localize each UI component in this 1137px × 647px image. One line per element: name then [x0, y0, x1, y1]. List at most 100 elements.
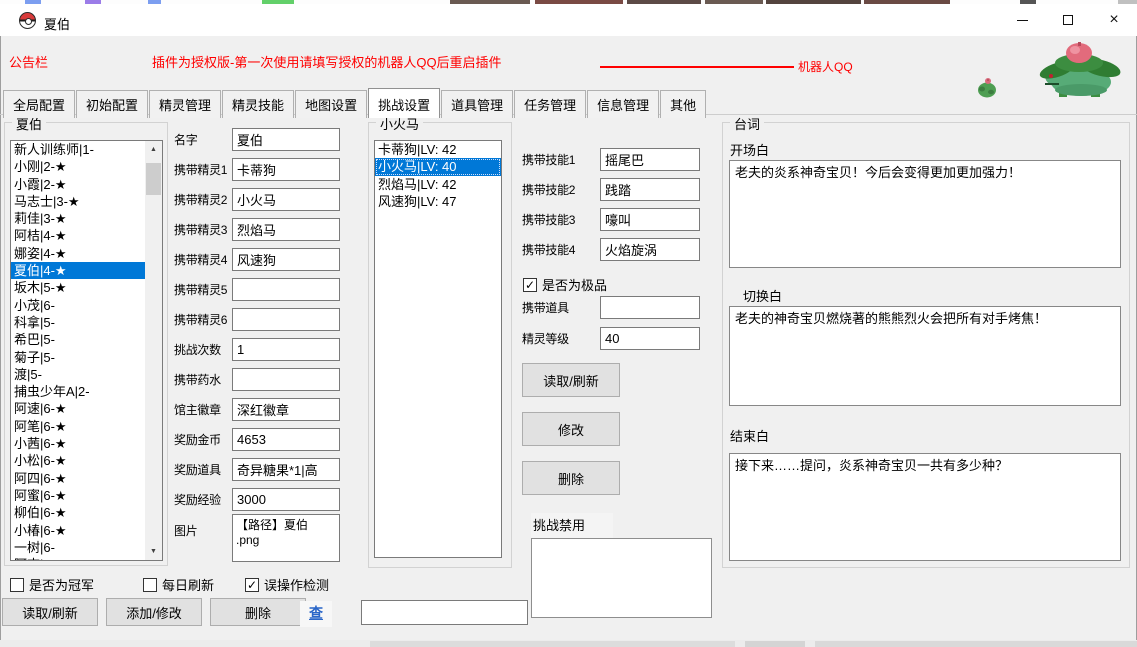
list-item[interactable]: 捕虫少年A|2- — [11, 383, 162, 400]
daily-refresh-checkbox[interactable]: 每日刷新 — [143, 575, 245, 594]
skill-4-field[interactable] — [600, 238, 700, 261]
tab-地图设置[interactable]: 地图设置 — [295, 90, 367, 118]
pokemon-list[interactable]: 卡蒂狗|LV: 42小火马|LV: 40烈焰马|LV: 42风速狗|LV: 47 — [374, 140, 502, 558]
ending-line-field[interactable]: 接下来……提问，炎系神奇宝贝一共有多少种？ — [729, 453, 1121, 561]
tab-精灵管理[interactable]: 精灵管理 — [149, 90, 221, 118]
challenge-count-field[interactable] — [232, 338, 340, 361]
tab-精灵技能[interactable]: 精灵技能 — [222, 90, 294, 118]
champion-checkbox[interactable]: 是否为冠军 — [10, 575, 143, 594]
footer-add-modify-button[interactable]: 添加/修改 — [106, 598, 202, 626]
badge-field[interactable] — [232, 398, 340, 421]
list-item[interactable]: 小刚|2-★ — [11, 158, 162, 175]
pokemon-5-field-label: 携带精灵5 — [174, 281, 232, 298]
close-button[interactable]: × — [1091, 4, 1137, 36]
checkbox-icon[interactable]: ✓ — [523, 278, 537, 292]
pokemon-level-field-label: 精灵等级 — [522, 330, 600, 347]
modify-button[interactable]: 修改 — [522, 412, 620, 446]
pokemon-2-field[interactable] — [232, 188, 340, 211]
announcement-label: 公告栏 — [9, 52, 48, 71]
list-item[interactable]: 柳伯|6-★ — [11, 504, 162, 521]
announcement-text: 插件为授权版-第一次使用请填写授权的机器人QQ后重启插件 — [152, 52, 502, 71]
held-item-field[interactable] — [600, 296, 700, 319]
pokemon-6-field[interactable] — [232, 308, 340, 331]
list-item[interactable]: 科拿|5- — [11, 314, 162, 331]
list-item[interactable]: 一树|6- — [11, 539, 162, 556]
pokemon-5-field[interactable] — [232, 278, 340, 301]
pokemon-3-field[interactable] — [232, 218, 340, 241]
trainer-list-scrollbar[interactable]: ▲ ▼ — [145, 141, 162, 560]
skill-1-field[interactable] — [600, 148, 700, 171]
list-item[interactable]: 小椿|6-★ — [11, 522, 162, 539]
list-item[interactable]: 莉佳|3-★ — [11, 210, 162, 227]
image-path-field[interactable]: 【路径】夏伯 .png — [232, 514, 340, 562]
skill-2-field[interactable] — [600, 178, 700, 201]
challenge-disable-field[interactable] — [531, 538, 712, 618]
skill-3-field-label: 携带技能3 — [522, 211, 600, 228]
potion-field[interactable] — [232, 368, 340, 391]
reward-exp-field[interactable] — [232, 488, 340, 511]
list-item[interactable]: 小茜|6-★ — [11, 435, 162, 452]
tab-信息管理[interactable]: 信息管理 — [587, 90, 659, 118]
reward-item-field-label: 奖励道具 — [174, 461, 232, 478]
pokemon-4-field[interactable] — [232, 248, 340, 271]
list-item[interactable]: 阿速|6-★ — [11, 400, 162, 417]
list-item[interactable]: 新人训练师|1- — [11, 141, 162, 158]
list-item[interactable]: 风速狗|LV: 47 — [375, 193, 501, 210]
skill-1-field-label: 携带技能1 — [522, 151, 600, 168]
scrollbar-thumb[interactable] — [146, 163, 161, 195]
challenge-disable-label: 挑战禁用 — [531, 513, 613, 538]
close-icon: × — [1109, 12, 1118, 28]
list-item[interactable]: 烈焰马|LV: 42 — [375, 176, 501, 193]
list-item[interactable]: 阿蜜|6-★ — [11, 487, 162, 504]
list-item[interactable]: 坂木|5-★ — [11, 279, 162, 296]
list-item[interactable]: 卡蒂狗|LV: 42 — [375, 141, 501, 158]
checkbox-icon[interactable]: ✓ — [245, 578, 259, 592]
tab-其他[interactable]: 其他 — [660, 90, 706, 118]
checkbox-icon[interactable] — [10, 578, 24, 592]
robot-qq-label: 机器人QQ — [798, 58, 853, 75]
list-item[interactable]: 夏伯|4-★ — [11, 262, 162, 279]
checkbox-icon[interactable] — [143, 578, 157, 592]
tab-初始配置[interactable]: 初始配置 — [76, 90, 148, 118]
skill-3-field[interactable] — [600, 208, 700, 231]
tab-全局配置[interactable]: 全局配置 — [3, 90, 75, 118]
reward-item-field[interactable] — [232, 458, 340, 481]
list-item[interactable]: 小霞|2-★ — [11, 176, 162, 193]
pokemon-2-field-label: 携带精灵2 — [174, 191, 232, 208]
footer-search-input[interactable] — [361, 600, 528, 625]
delete-button[interactable]: 删除 — [522, 461, 620, 495]
opening-line-field[interactable]: 老夫的炎系神奇宝贝！今后会变得更加更加强力！ — [729, 160, 1121, 268]
tab-道具管理[interactable]: 道具管理 — [441, 90, 513, 118]
maximize-button[interactable] — [1045, 4, 1091, 36]
switch-line-field[interactable]: 老夫的神奇宝贝燃烧著的熊熊烈火会把所有对手烤焦！ — [729, 306, 1121, 406]
pokemon-level-field[interactable] — [600, 327, 700, 350]
list-item[interactable]: 娜姿|4-★ — [11, 245, 162, 262]
name-field[interactable] — [232, 128, 340, 151]
list-item[interactable]: 马志士|3-★ — [11, 193, 162, 210]
list-item[interactable]: 阿杏|6- — [11, 556, 162, 561]
scroll-up-icon[interactable]: ▲ — [145, 141, 162, 158]
list-item[interactable]: 菊子|5- — [11, 349, 162, 366]
minimize-button[interactable] — [999, 4, 1045, 36]
pokemon-1-field[interactable] — [232, 158, 340, 181]
list-item[interactable]: 希巴|5- — [11, 331, 162, 348]
trainer-list[interactable]: 新人训练师|1-小刚|2-★小霞|2-★马志士|3-★莉佳|3-★阿桔|4-★娜… — [10, 140, 163, 561]
list-item[interactable]: 阿桔|4-★ — [11, 227, 162, 244]
footer-delete-button[interactable]: 删除 — [210, 598, 306, 626]
image-row: 图片 【路径】夏伯 .png — [174, 514, 340, 562]
dialogue-groupbox-title: 台词 — [730, 114, 764, 133]
read-refresh-button[interactable]: 读取/刷新 — [522, 363, 620, 397]
list-item[interactable]: 阿四|6-★ — [11, 470, 162, 487]
list-item[interactable]: 阿笔|6-★ — [11, 418, 162, 435]
list-item[interactable]: 小松|6-★ — [11, 452, 162, 469]
query-link[interactable]: 查 — [300, 601, 332, 627]
footer-read-refresh-button[interactable]: 读取/刷新 — [2, 598, 98, 626]
tab-挑战设置[interactable]: 挑战设置 — [368, 88, 440, 118]
list-item[interactable]: 小火马|LV: 40 — [375, 158, 501, 175]
tab-任务管理[interactable]: 任务管理 — [514, 90, 586, 118]
misoperation-checkbox[interactable]: ✓误操作检测 — [245, 575, 329, 594]
list-item[interactable]: 渡|5- — [11, 366, 162, 383]
scroll-down-icon[interactable]: ▼ — [145, 543, 162, 560]
list-item[interactable]: 小茂|6- — [11, 297, 162, 314]
reward-gold-field[interactable] — [232, 428, 340, 451]
